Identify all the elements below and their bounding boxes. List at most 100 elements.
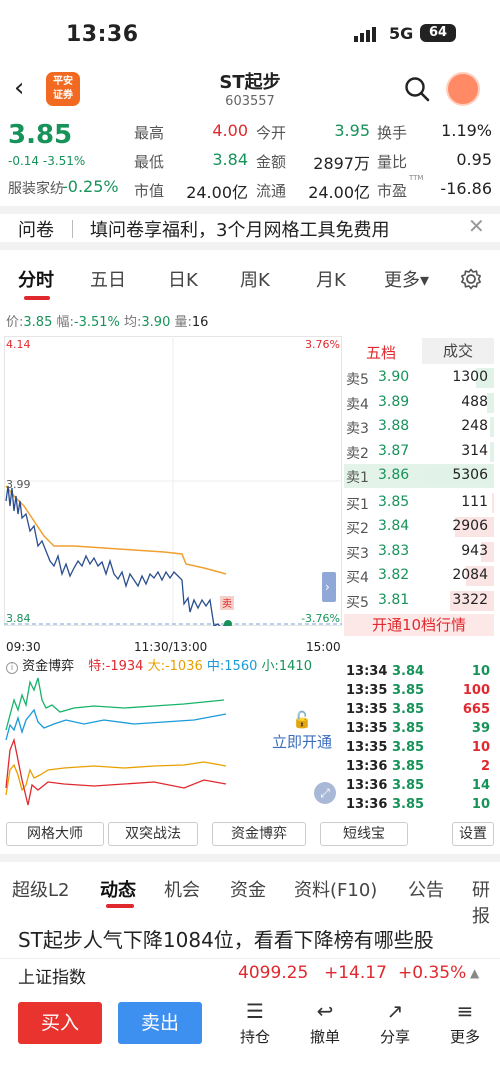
orderbook-tab-five[interactable]: 五档: [366, 342, 396, 363]
orderbook-volume: 488: [461, 393, 488, 410]
trade-row-2: 13:35 3.85 665: [346, 701, 494, 720]
orderbook-price: 3.84: [378, 518, 410, 534]
search-icon[interactable]: [404, 76, 430, 102]
sell-button[interactable]: 卖出: [118, 1002, 202, 1044]
price-change: -0.14 -3.51%: [8, 154, 86, 168]
ask-row-0: 卖5 3.90 1300: [344, 366, 494, 390]
orderbook-price: 3.85: [378, 493, 410, 510]
nav-share[interactable]: ↗ 分享: [370, 1000, 420, 1047]
info-tab-4[interactable]: 资料(F10): [294, 876, 377, 902]
orderbook-volume: 3322: [452, 591, 488, 608]
info-tab-0[interactable]: 超级L2: [12, 876, 69, 902]
tool-button-0[interactable]: 网格大师: [6, 822, 104, 846]
orderbook-price: 3.90: [378, 369, 410, 385]
orderbook-price: 3.88: [378, 418, 410, 434]
lock-icon: 🔓: [292, 710, 312, 729]
bid-row-6: 买2 3.84 2906: [344, 515, 494, 539]
quote-label-0-1: 今开: [256, 124, 287, 142]
orderbook-level-label: 卖5: [346, 372, 369, 388]
status-time: 13:36: [66, 22, 139, 47]
index-change: +14.17: [324, 963, 387, 983]
svg-text:›: ›: [325, 580, 330, 594]
orderbook-level-label: 买3: [346, 545, 369, 562]
chevron-up-icon[interactable]: ▲: [470, 966, 479, 980]
orderbook-price: 3.86: [378, 467, 410, 483]
orderbook-volume: 314: [461, 442, 488, 459]
nav-label: 分享: [379, 1028, 410, 1046]
orderbook-volume: 111: [461, 493, 488, 510]
quote-value-2-0: 24.00亿: [186, 183, 248, 202]
trade-price: 3.85: [392, 759, 425, 774]
index-pct: +0.35%: [398, 963, 467, 983]
tab-4[interactable]: 月K: [316, 266, 346, 292]
trade-row-7: 13:36 3.85 10: [346, 796, 494, 815]
trade-volume: 100: [462, 683, 490, 698]
menu-icon: ≡: [456, 999, 474, 1023]
tab-1[interactable]: 五日: [90, 266, 126, 292]
orderbook-level-label: 卖2: [346, 445, 369, 462]
trade-price: 3.84: [392, 664, 425, 679]
close-icon[interactable]: ✕: [468, 214, 485, 238]
orderbook-price: 3.89: [378, 393, 410, 410]
undo-icon: ↩: [316, 999, 334, 1023]
news-headline[interactable]: ST起步人气下降1084位，看看下降榜有哪些股: [18, 924, 434, 953]
trade-row-3: 13:35 3.85 39: [346, 720, 494, 739]
trade-price: 3.85: [392, 740, 425, 755]
current-price: 3.85: [8, 120, 73, 150]
bid-row-8: 买4 3.82 2084: [344, 564, 494, 588]
nav-menu[interactable]: ≡ 更多: [440, 1000, 490, 1047]
trade-time: 13:36: [346, 797, 388, 812]
orderbook-volume: 248: [461, 418, 488, 434]
tool-button-4[interactable]: 设置: [452, 822, 494, 846]
nav-label: 更多: [449, 1028, 480, 1046]
quote-value-1-2: 0.95: [456, 150, 492, 169]
ask-row-3: 卖2 3.87 314: [344, 440, 494, 464]
info-tab-5[interactable]: 公告: [408, 876, 444, 902]
sector-name[interactable]: 服装家纺: [8, 178, 64, 198]
tab-5[interactable]: 更多▾: [384, 266, 429, 292]
nav-undo[interactable]: ↩ 撤单: [300, 1000, 350, 1047]
info-tab-1[interactable]: 动态: [100, 876, 136, 902]
gear-icon[interactable]: [460, 268, 482, 290]
info-tab-2[interactable]: 机会: [164, 876, 200, 902]
y-mid-label: 3.99: [6, 478, 31, 491]
quote-label-2-2: 市盈: [377, 182, 408, 200]
expand-icon[interactable]: ⤢: [314, 782, 336, 804]
ask-row-1: 卖4 3.89 488: [344, 391, 494, 415]
banner-text[interactable]: 填问卷享福利，3个月网格工具免费用: [90, 216, 389, 242]
ask-bar-3: [490, 441, 494, 462]
tab-2[interactable]: 日K: [168, 266, 198, 292]
quote-label-1-1: 金额: [256, 153, 287, 171]
signal-icon: [354, 27, 376, 42]
tool-button-2[interactable]: 资金博弈: [212, 822, 306, 846]
info-tab-6[interactable]: 研报: [472, 876, 500, 928]
trade-time: 13:35: [346, 702, 388, 717]
orderbook-level-label: 买4: [346, 570, 369, 586]
time-mid-label: 11:30/13:00: [134, 640, 208, 654]
trade-time: 13:35: [346, 740, 388, 755]
quote-label-2-0: 市值: [134, 182, 165, 200]
battery-icon: 64: [420, 24, 456, 42]
bid-row-7: 买3 3.83 943: [344, 540, 494, 564]
banner-tag: 问卷: [18, 220, 54, 241]
upgrade-10-level-button[interactable]: 开通10档行情: [344, 614, 494, 636]
trade-price: 3.85: [392, 683, 425, 698]
avatar[interactable]: [446, 72, 480, 106]
quote-value-2-1: 24.00亿: [308, 183, 370, 202]
trade-volume: 10: [471, 664, 490, 679]
quote-label-0-2: 换手: [377, 124, 408, 142]
index-name: 上证指数: [18, 968, 86, 988]
orderbook-tab-trades[interactable]: 成交: [422, 338, 494, 364]
tool-button-3[interactable]: 短线宝: [320, 822, 408, 846]
nav-list[interactable]: ☰ 持仓: [230, 1000, 280, 1047]
orderbook-price: 3.82: [378, 567, 410, 583]
tool-button-1[interactable]: 双突战法: [108, 822, 198, 846]
fund-flow-open-button[interactable]: 🔓 立即开通: [262, 710, 342, 780]
trade-price: 3.85: [392, 702, 425, 717]
sector-change: -0.25%: [62, 177, 119, 196]
tab-3[interactable]: 周K: [240, 266, 270, 292]
ask-row-4: 卖1 3.86 5306: [344, 464, 494, 488]
buy-button[interactable]: 买入: [18, 1002, 102, 1044]
info-tab-3[interactable]: 资金: [230, 876, 266, 902]
tab-0[interactable]: 分时: [18, 266, 54, 292]
